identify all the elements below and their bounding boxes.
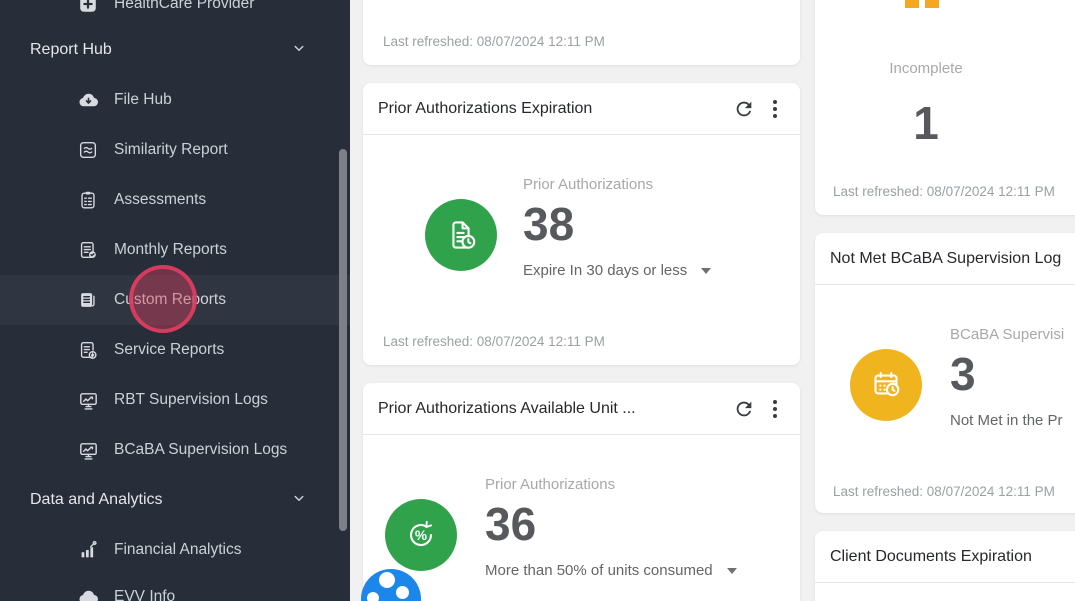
dashboard-viewport: HealthCare Provider Report Hub File Hub … — [0, 0, 1075, 601]
sidebar-item-rbt-supervision-logs[interactable]: RBT Supervision Logs — [0, 375, 350, 425]
card-header: Prior Authorizations Expiration — [363, 83, 800, 135]
filter-label: More than 50% of units consumed — [485, 562, 713, 580]
clipboard-download-icon — [76, 338, 100, 362]
sidebar-item-label: Assessments — [114, 191, 207, 208]
sidebar-section-data-and-analytics[interactable]: Data and Analytics — [0, 475, 350, 525]
chevron-down-icon — [290, 489, 308, 512]
stat-value: 3 — [950, 348, 976, 400]
document-lines-icon — [76, 288, 100, 312]
card-title: Prior Authorizations Available Unit ... — [378, 399, 636, 417]
caret-down-icon — [701, 267, 712, 274]
sidebar-item-label: File Hub — [114, 91, 172, 108]
cloud-download-icon — [76, 88, 100, 112]
sidebar-item-label: Financial Analytics — [114, 541, 242, 558]
chat-avatar-dot — [367, 592, 379, 601]
sidebar-section-report-hub[interactable]: Report Hub — [0, 25, 350, 75]
clipped-number-top — [925, 0, 939, 8]
sidebar-item-similarity-report[interactable]: Similarity Report — [0, 125, 350, 175]
monitor-chart-icon — [76, 388, 100, 412]
clipped-number-top — [905, 0, 919, 8]
stat-block: BCaBA Supervisi 3 Not Met in the Pr — [950, 326, 1064, 429]
sidebar-item-evv-info[interactable]: EVV Info — [0, 572, 350, 601]
similarity-waves-icon — [76, 138, 100, 162]
kebab-menu-button[interactable] — [764, 97, 786, 121]
card-top-partial: Last refreshed: 08/07/2024 12:11 PM — [363, 0, 800, 65]
section-label: Data and Analytics — [30, 491, 163, 508]
last-refreshed-text: Last refreshed: 08/07/2024 12:11 PM — [383, 334, 605, 349]
kebab-menu-button[interactable] — [764, 397, 786, 421]
last-refreshed-text: Last refreshed: 08/07/2024 12:11 PM — [383, 34, 605, 49]
stat-filter-dropdown[interactable]: Expire In 30 days or less — [523, 262, 712, 280]
section-label: Report Hub — [30, 41, 112, 58]
clipboard-list-icon — [76, 188, 100, 212]
stat-value: 1 — [913, 97, 939, 149]
chat-avatar-dot — [396, 586, 409, 599]
sidebar-nav: HealthCare Provider Report Hub File Hub … — [0, 0, 350, 601]
cloud-icon — [76, 585, 100, 601]
stat-sub-label: Not Met in the Pr — [950, 412, 1064, 429]
sidebar-item-label: Service Reports — [114, 341, 225, 358]
stat-label: Prior Authorizations — [523, 176, 654, 193]
stat-label: Incomplete — [889, 60, 963, 77]
card-incomplete: Incomplete 1 Last refreshed: 08/07/2024 … — [815, 0, 1075, 215]
bar-chart-signal-icon — [76, 538, 100, 562]
card-title: Client Documents Expiration — [830, 547, 1032, 565]
chevron-down-icon — [290, 39, 308, 62]
stat-label: BCaBA Supervisi — [950, 326, 1065, 343]
card-prior-auth-expiration: Prior Authorizations Expiration Prior Au… — [363, 83, 800, 365]
sidebar-item-assessments[interactable]: Assessments — [0, 175, 350, 225]
card-header: Client Documents Expiration — [815, 531, 1075, 583]
sidebar-item-label: Monthly Reports — [114, 241, 227, 258]
stat-block: Incomplete 1 — [867, 60, 985, 147]
report-check-icon — [76, 238, 100, 262]
card-not-met-bcaba: Not Met BCaBA Supervision Log BCaBA Supe… — [815, 233, 1075, 513]
stat-value: 38 — [523, 198, 575, 250]
card-title: Prior Authorizations Expiration — [378, 99, 593, 117]
sidebar-item-label: Similarity Report — [114, 141, 228, 158]
document-clock-icon — [425, 199, 497, 271]
sidebar-scrollbar-thumb[interactable] — [339, 149, 347, 531]
chat-avatar-dot — [379, 572, 395, 588]
click-indicator-ring — [129, 265, 197, 333]
sidebar-item-financial-analytics[interactable]: Financial Analytics — [0, 525, 350, 575]
card-client-documents-expiration: Client Documents Expiration — [815, 531, 1075, 601]
stat-label: Prior Authorizations — [485, 476, 616, 493]
refresh-icon — [736, 101, 752, 116]
percent-refresh-icon: % — [385, 499, 457, 571]
sidebar-item-service-reports[interactable]: Service Reports — [0, 325, 350, 375]
filter-label: Expire In 30 days or less — [523, 262, 688, 280]
refresh-button[interactable] — [730, 395, 758, 423]
card-header: Prior Authorizations Available Unit ... — [363, 383, 800, 435]
sidebar-item-label: HealthCare Provider — [114, 0, 255, 12]
last-refreshed-text: Last refreshed: 08/07/2024 12:11 PM — [833, 484, 1055, 499]
sub-label-text: Not Met in the Pr — [950, 412, 1063, 430]
monitor-chart-icon — [76, 438, 100, 462]
refresh-button[interactable] — [730, 95, 758, 123]
stat-block: Prior Authorizations 38 Expire In 30 day… — [523, 176, 712, 280]
card-title: Not Met BCaBA Supervision Log — [830, 249, 1062, 267]
refresh-icon — [736, 401, 752, 416]
stat-filter-dropdown[interactable]: More than 50% of units consumed — [485, 562, 737, 579]
sidebar-item-bcaba-supervision-logs[interactable]: BCaBA Supervision Logs — [0, 425, 350, 475]
stat-block: Prior Authorizations 36 More than 50% of… — [485, 476, 737, 579]
sidebar-item-label: RBT Supervision Logs — [114, 391, 268, 408]
caret-down-icon — [726, 567, 737, 574]
medical-plus-icon — [76, 0, 100, 16]
sidebar-item-label: EVV Info — [114, 588, 176, 601]
calendar-clock-icon — [850, 349, 922, 421]
svg-text:%: % — [415, 528, 427, 543]
stat-value: 36 — [485, 498, 537, 550]
card-prior-auth-available-units: Prior Authorizations Available Unit ... … — [363, 383, 800, 601]
sidebar-item-file-hub[interactable]: File Hub — [0, 75, 350, 125]
last-refreshed-text: Last refreshed: 08/07/2024 12:11 PM — [833, 184, 1055, 199]
card-header: Not Met BCaBA Supervision Log — [815, 233, 1075, 285]
sidebar-item-label: BCaBA Supervision Logs — [114, 441, 288, 458]
